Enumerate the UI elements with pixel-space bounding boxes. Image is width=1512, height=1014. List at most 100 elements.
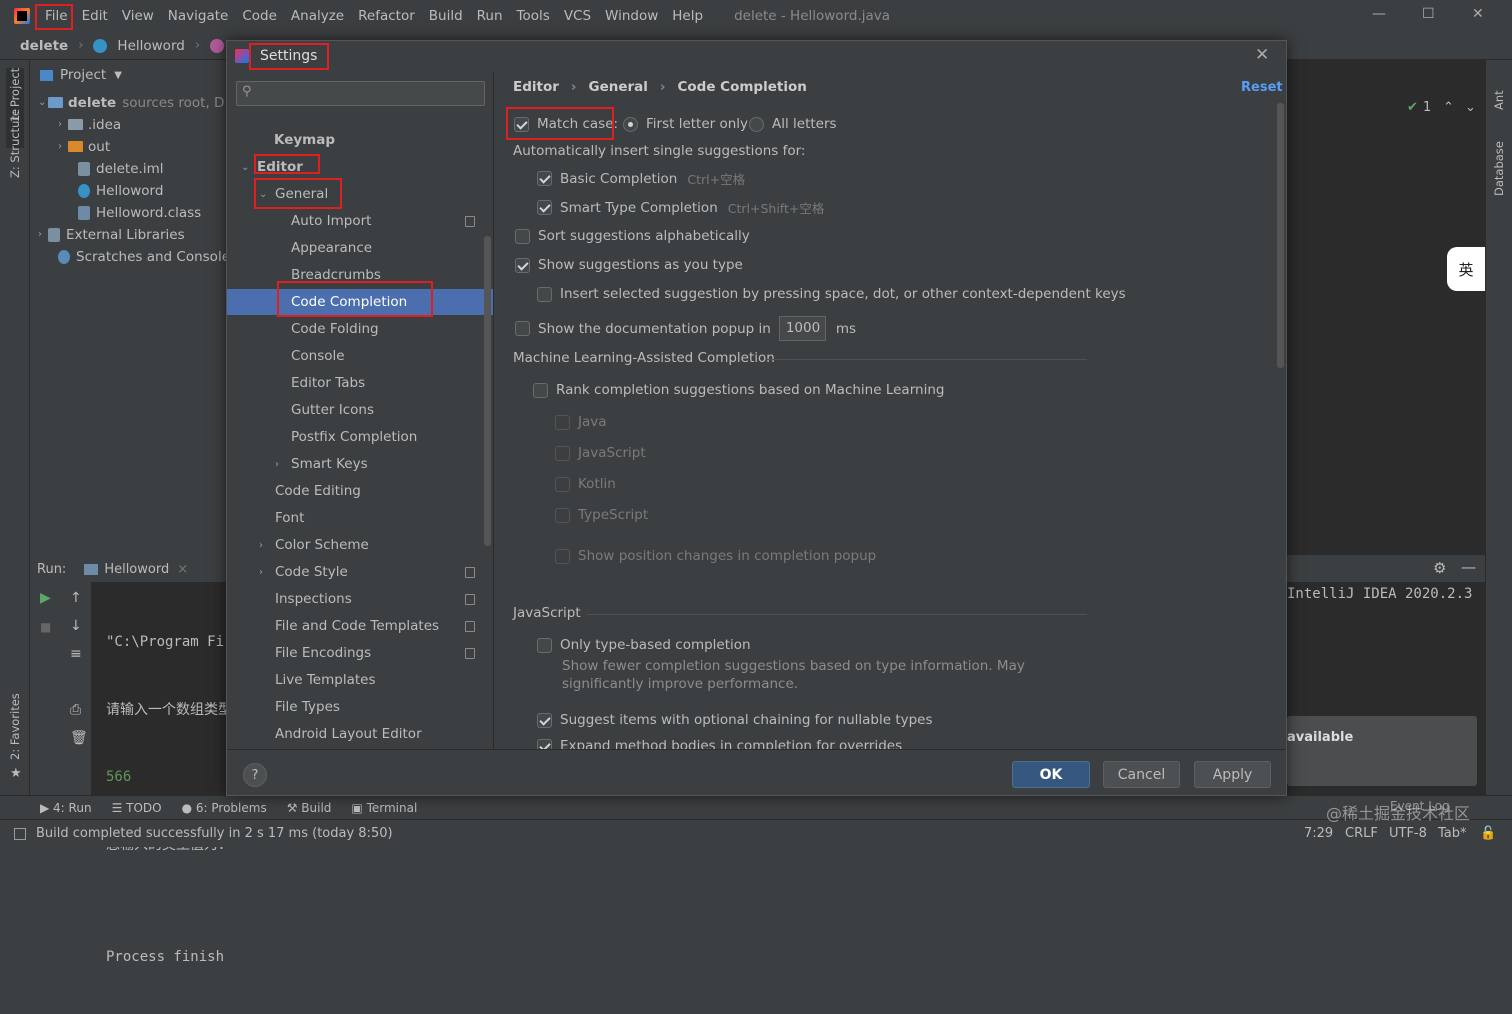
basic-completion-checkbox[interactable] (537, 171, 552, 186)
database-tool-tab[interactable]: Database (1492, 141, 1506, 196)
gear-icon[interactable]: ⚙ (1433, 559, 1446, 577)
stop-icon[interactable]: ■ (40, 620, 51, 634)
tree-item-file-types[interactable]: File Types (227, 694, 493, 720)
first-letter-radio[interactable] (623, 116, 638, 132)
menu-item-vcs[interactable]: VCS (557, 5, 598, 27)
tree-item-live-templates[interactable]: Live Templates (227, 667, 493, 693)
show-as-type-checkbox[interactable] (515, 257, 530, 273)
tree-item-font[interactable]: Font (227, 505, 493, 531)
optional-chaining-checkbox[interactable] (537, 712, 552, 728)
project-item-class[interactable]: Helloword.class (78, 202, 201, 223)
tree-item-android-layout-editor[interactable]: Android Layout Editor (227, 721, 493, 747)
sort-alphabetically-option[interactable]: Sort suggestions alphabetically (515, 228, 750, 244)
menu-item-navigate[interactable]: Navigate (161, 5, 236, 27)
tree-item-color-scheme[interactable]: › Color Scheme (227, 532, 493, 558)
menu-item-file[interactable]: File (38, 5, 75, 27)
project-item-out[interactable]: › out (58, 136, 110, 157)
ml-javascript-checkbox[interactable] (555, 445, 570, 461)
chevron-right-icon[interactable]: › (259, 540, 269, 551)
ml-java-checkbox[interactable] (555, 414, 570, 430)
minimize-icon[interactable]: — (1372, 6, 1386, 22)
menu-item-build[interactable]: Build (422, 5, 470, 27)
tree-item-code-folding[interactable]: Code Folding (227, 316, 493, 342)
content-scrollbar[interactable] (1277, 103, 1284, 368)
rerun-icon[interactable]: ▶ (40, 590, 51, 606)
menu-item-code[interactable]: Code (235, 5, 284, 27)
ant-tool-tab[interactable]: Ant (1492, 90, 1506, 110)
tree-item-appearance[interactable]: Appearance (227, 235, 493, 261)
print-icon[interactable]: ⎙ (70, 702, 81, 718)
ml-kotlin-option[interactable]: Kotlin (555, 476, 616, 492)
lock-icon[interactable]: 🔓 (1480, 826, 1496, 841)
todo-tool-button[interactable]: ☰ TODO (112, 801, 162, 815)
sidebar-scrollbar[interactable] (484, 236, 491, 546)
doc-popup-checkbox[interactable] (515, 321, 530, 336)
tree-item-file-encodings[interactable]: File Encodings (227, 640, 493, 666)
ml-show-positions-checkbox[interactable] (555, 548, 570, 564)
apply-button[interactable]: Apply (1194, 761, 1271, 788)
ml-kotlin-checkbox[interactable] (555, 476, 570, 492)
run-tab[interactable]: Helloword (104, 562, 169, 577)
close-tab-icon[interactable]: × (177, 562, 188, 577)
basic-completion-option[interactable]: Basic Completion Ctrl+空格 (537, 169, 745, 188)
ml-typescript-checkbox[interactable] (555, 507, 570, 523)
help-button[interactable]: ? (243, 763, 267, 787)
maximize-icon[interactable]: ☐ (1422, 6, 1435, 22)
chevron-right-icon[interactable]: › (259, 567, 269, 578)
trash-icon[interactable]: 🗑 (70, 730, 88, 746)
ml-show-positions-option[interactable]: Show position changes in completion popu… (555, 548, 876, 564)
chevron-down-icon[interactable]: ⌄ (259, 189, 269, 200)
favorites-tool-tab[interactable]: 2: Favorites (8, 693, 22, 760)
ml-rank-option[interactable]: Rank completion suggestions based on Mac… (533, 382, 944, 398)
tree-item-keymap[interactable]: Keymap (227, 127, 493, 153)
smart-type-checkbox[interactable] (537, 200, 552, 215)
dropdown-icon[interactable]: ▼ (114, 70, 122, 81)
ok-button[interactable]: OK (1012, 761, 1090, 788)
status-toggle-icon[interactable] (14, 827, 26, 840)
ml-javascript-option[interactable]: JavaScript (555, 445, 646, 461)
match-case-checkbox[interactable] (514, 116, 529, 132)
ml-typescript-option[interactable]: TypeScript (555, 507, 648, 523)
project-item-helloword[interactable]: Helloword (78, 180, 163, 201)
project-root-row[interactable]: ⌄ delete sources root, D: (38, 92, 229, 113)
tree-item-postfix-completion[interactable]: Postfix Completion (227, 424, 493, 450)
ml-rank-checkbox[interactable] (533, 382, 548, 398)
ml-java-option[interactable]: Java (555, 414, 607, 430)
insert-selected-checkbox[interactable] (537, 286, 552, 302)
problems-tool-button[interactable]: ● 6: Problems (182, 801, 267, 815)
hide-icon[interactable]: — (1461, 558, 1476, 576)
line-separator[interactable]: CRLF (1345, 826, 1378, 841)
tree-item-file-and-code-templates[interactable]: File and Code Templates (227, 613, 493, 639)
type-based-checkbox[interactable] (537, 637, 552, 653)
insert-selected-option[interactable]: Insert selected suggestion by pressing s… (537, 286, 1126, 302)
menu-item-run[interactable]: Run (470, 5, 510, 27)
optional-chaining-option[interactable]: Suggest items with optional chaining for… (537, 712, 933, 728)
tree-item-gutter-icons[interactable]: Gutter Icons (227, 397, 493, 423)
down-arrow-icon[interactable]: ↓ (70, 618, 82, 634)
all-letters-radio[interactable] (749, 116, 764, 132)
tree-item-code-editing[interactable]: Code Editing (227, 478, 493, 504)
doc-popup-delay-input[interactable]: 1000 (778, 316, 826, 341)
tree-item-code-completion[interactable]: Code Completion (227, 289, 493, 315)
project-item-iml[interactable]: delete.iml (78, 158, 163, 179)
settings-search-input[interactable]: ⚲ (236, 81, 485, 106)
project-item-external-libraries[interactable]: › External Libraries (38, 224, 185, 245)
structure-tool-tab[interactable]: Z: Structure (8, 109, 22, 178)
project-panel-title[interactable]: Project (60, 67, 106, 83)
chevron-right-icon[interactable]: › (275, 459, 285, 470)
update-notification[interactable]: available (1287, 730, 1353, 745)
close-window-icon[interactable]: ✕ (1472, 6, 1484, 22)
prev-highlight-icon[interactable]: ⌃ (1443, 100, 1454, 115)
tree-item-general[interactable]: ⌄ General (227, 181, 493, 207)
menu-item-help[interactable]: Help (665, 5, 710, 27)
status-message[interactable]: Build completed successfully in 2 s 17 m… (36, 826, 393, 841)
tree-item-breadcrumbs[interactable]: Breadcrumbs (227, 262, 493, 288)
file-encoding[interactable]: UTF-8 (1389, 826, 1427, 841)
sort-alpha-checkbox[interactable] (515, 228, 530, 244)
reset-link[interactable]: Reset (1241, 80, 1283, 95)
menu-item-refactor[interactable]: Refactor (351, 5, 422, 27)
build-tool-button[interactable]: ⚒ Build (287, 801, 332, 815)
terminal-tool-button[interactable]: ▣ Terminal (351, 801, 417, 815)
up-arrow-icon[interactable]: ↑ (70, 590, 82, 606)
show-as-type-option[interactable]: Show suggestions as you type (515, 257, 743, 273)
